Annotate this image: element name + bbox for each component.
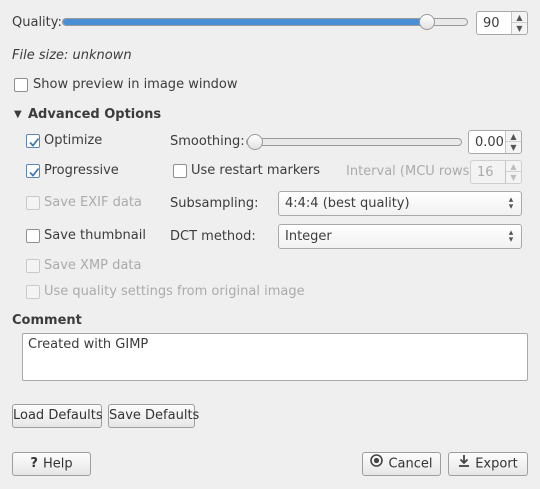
restart-markers-checkbox[interactable]	[173, 164, 187, 178]
interval-spinbox[interactable]: 16 ▲ ▼	[470, 160, 522, 184]
subsampling-dropdown[interactable]: 4:4:4 (best quality) ▴ ▾	[278, 191, 522, 216]
save-xmp-label: Save XMP data	[44, 258, 142, 273]
checkmark-icon	[29, 167, 40, 177]
updown-arrows-icon: ▴ ▾	[508, 228, 514, 245]
dct-method-dropdown[interactable]: Integer ▴ ▾	[278, 224, 522, 249]
file-size-text: File size: unknown	[12, 48, 132, 63]
smoothing-value: 0.00	[475, 135, 504, 150]
export-label: Export	[475, 456, 518, 472]
dct-method-value: Integer	[285, 229, 332, 244]
smoothing-decrement-button[interactable]: ▼	[506, 142, 521, 153]
cancel-icon	[370, 453, 384, 475]
load-defaults-button[interactable]: Load Defaults	[12, 404, 103, 428]
export-icon	[458, 453, 470, 475]
quality-slider[interactable]	[62, 14, 468, 30]
dct-method-label: DCT method:	[170, 229, 256, 244]
quality-slider-handle[interactable]	[419, 14, 435, 30]
help-label: Help	[42, 456, 73, 472]
cancel-label: Cancel	[388, 456, 433, 472]
show-preview-label[interactable]: Show preview in image window	[33, 77, 238, 93]
interval-decrement-button[interactable]: ▼	[506, 172, 521, 183]
smoothing-spinbox[interactable]: 0.00 ▲ ▼	[468, 130, 522, 154]
smoothing-slider-handle[interactable]	[247, 134, 263, 150]
save-xmp-checkbox[interactable]	[26, 259, 40, 273]
load-defaults-label: Load Defaults	[13, 408, 103, 423]
show-preview-checkbox[interactable]	[14, 78, 28, 92]
advanced-options-header[interactable]: Advanced Options	[28, 107, 161, 123]
smoothing-label: Smoothing:	[170, 134, 245, 149]
progressive-label[interactable]: Progressive	[44, 163, 119, 179]
comment-label: Comment	[12, 313, 82, 328]
interval-increment-button[interactable]: ▲	[506, 161, 521, 172]
expander-triangle-icon[interactable]: ▼	[14, 110, 22, 120]
smoothing-slider[interactable]	[246, 134, 462, 150]
use-quality-checkbox[interactable]	[26, 285, 40, 299]
save-defaults-label: Save Defaults	[109, 408, 200, 423]
smoothing-increment-button[interactable]: ▲	[506, 131, 521, 142]
save-exif-checkbox[interactable]	[26, 196, 40, 210]
save-thumbnail-label[interactable]: Save thumbnail	[44, 228, 146, 244]
quality-label: Quality:	[12, 15, 62, 30]
use-quality-label: Use quality settings from original image	[44, 284, 305, 299]
help-button[interactable]: ? Help	[12, 452, 91, 476]
save-defaults-button[interactable]: Save Defaults	[108, 404, 199, 428]
optimize-checkbox[interactable]	[26, 134, 40, 148]
quality-value: 90	[483, 16, 500, 31]
subsampling-value: 4:4:4 (best quality)	[285, 196, 410, 211]
checkmark-icon	[29, 137, 40, 147]
comment-textarea[interactable]	[22, 333, 528, 381]
quality-spinbox[interactable]: 90 ▲ ▼	[476, 11, 528, 35]
quality-slider-fill	[63, 19, 427, 25]
optimize-label[interactable]: Optimize	[44, 133, 102, 149]
quality-decrement-button[interactable]: ▼	[512, 23, 527, 34]
jpeg-export-dialog: Quality: 90 ▲ ▼ File size: unknown Show …	[0, 0, 540, 489]
interval-label: Interval (MCU rows):	[346, 164, 479, 179]
interval-value: 16	[477, 165, 494, 180]
progressive-checkbox[interactable]	[26, 164, 40, 178]
save-exif-label: Save EXIF data	[44, 195, 142, 210]
updown-arrows-icon: ▴ ▾	[508, 195, 514, 212]
subsampling-label: Subsampling:	[170, 196, 259, 211]
restart-markers-label[interactable]: Use restart markers	[191, 163, 320, 179]
help-icon: ?	[30, 456, 38, 471]
quality-increment-button[interactable]: ▲	[512, 12, 527, 23]
cancel-button[interactable]: Cancel	[362, 452, 441, 476]
save-thumbnail-checkbox[interactable]	[26, 229, 40, 243]
export-button[interactable]: Export	[448, 452, 528, 476]
